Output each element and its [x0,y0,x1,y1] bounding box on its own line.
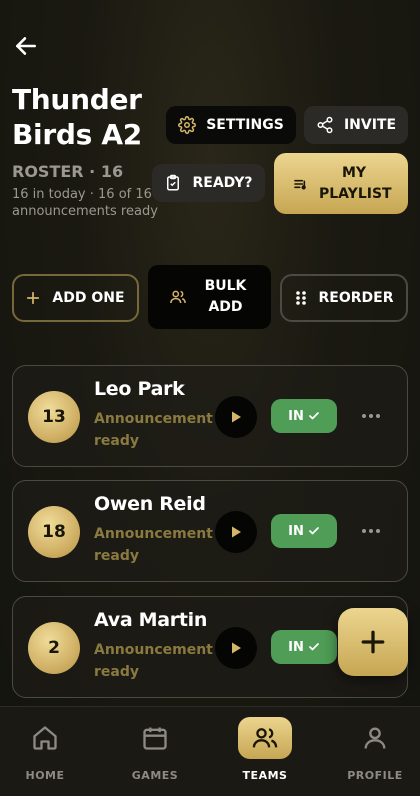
add-player-fab[interactable] [338,608,408,676]
more-options-button[interactable] [359,404,383,428]
bottom-nav: HOME GAMES TEAMS PROFILE [0,706,420,796]
player-name: Owen Reid [94,493,206,515]
invite-button[interactable]: INVITE [304,106,408,144]
home-icon [33,726,57,750]
attendance-label: IN [288,639,304,655]
settings-button[interactable]: SETTINGS [166,106,296,144]
playlist-label: MY PLAYLIST [319,164,392,202]
plus-icon [361,630,385,654]
play-icon [232,411,241,423]
calendar-icon [143,727,167,750]
my-playlist-button[interactable]: MY PLAYLIST [274,153,408,214]
play-announcement-button[interactable] [215,627,257,669]
add-one-button[interactable]: ADD ONE [12,274,139,322]
play-icon [232,642,241,654]
announcement-status: Announcement ready [94,411,213,449]
ready-check-button[interactable]: READY? [152,164,265,202]
more-dots-icon [362,414,366,418]
play-announcement-button[interactable] [215,511,257,553]
play-icon [232,526,241,538]
check-icon [308,527,319,535]
gear-icon [178,116,197,134]
check-icon [308,412,319,420]
more-dots-icon [362,529,366,533]
reorder-button[interactable]: REORDER [280,274,408,322]
nav-home[interactable]: HOME [0,707,90,796]
drag-handle-icon [295,291,306,305]
ready-label: READY? [192,175,253,191]
roster-count: ROSTER · 16 [12,162,124,181]
player-name: Leo Park [94,378,185,400]
attendance-toggle[interactable]: IN [271,630,337,664]
invite-label: INVITE [343,117,397,133]
check-icon [308,643,319,651]
back-button[interactable] [10,30,42,62]
roster-summary: 16 in today · 16 of 16 announcements rea… [12,187,158,219]
nav-label: HOME [25,769,65,782]
arrow-left-icon [16,37,36,55]
player-card[interactable]: 13 Leo Park Announcement ready IN [12,365,408,467]
settings-label: SETTINGS [206,117,284,133]
nav-label: PROFILE [347,769,403,782]
play-announcement-button[interactable] [215,396,257,438]
page-title: Thunder Birds A2 [12,83,142,151]
add-one-label: ADD ONE [52,290,125,306]
attendance-label: IN [288,408,304,424]
playlist-icon [294,179,306,189]
profile-icon [364,727,386,749]
announcement-status: Announcement ready [94,642,213,680]
jersey-number: 2 [28,622,80,674]
nav-teams[interactable]: TEAMS [220,707,310,796]
teams-icon [252,728,278,748]
bulk-add-label: BULK ADD [204,278,247,315]
plus-icon [27,291,40,305]
attendance-toggle[interactable]: IN [271,514,337,548]
nav-games[interactable]: GAMES [110,707,200,796]
bulk-add-button[interactable]: BULK ADD [148,265,271,329]
share-icon [317,116,333,134]
player-card[interactable]: 18 Owen Reid Announcement ready IN [12,480,408,582]
jersey-number: 18 [28,506,80,558]
nav-label: GAMES [131,769,179,782]
announcement-status: Announcement ready [94,526,213,564]
jersey-number: 13 [28,391,80,443]
nav-profile[interactable]: PROFILE [330,707,420,796]
users-icon [169,290,186,304]
reorder-label: REORDER [318,290,394,306]
more-options-button[interactable] [359,519,383,543]
clipboard-check-icon [167,174,180,191]
attendance-toggle[interactable]: IN [271,399,337,433]
nav-label: TEAMS [242,769,288,782]
attendance-label: IN [288,523,304,539]
player-name: Ava Martin [94,609,208,631]
